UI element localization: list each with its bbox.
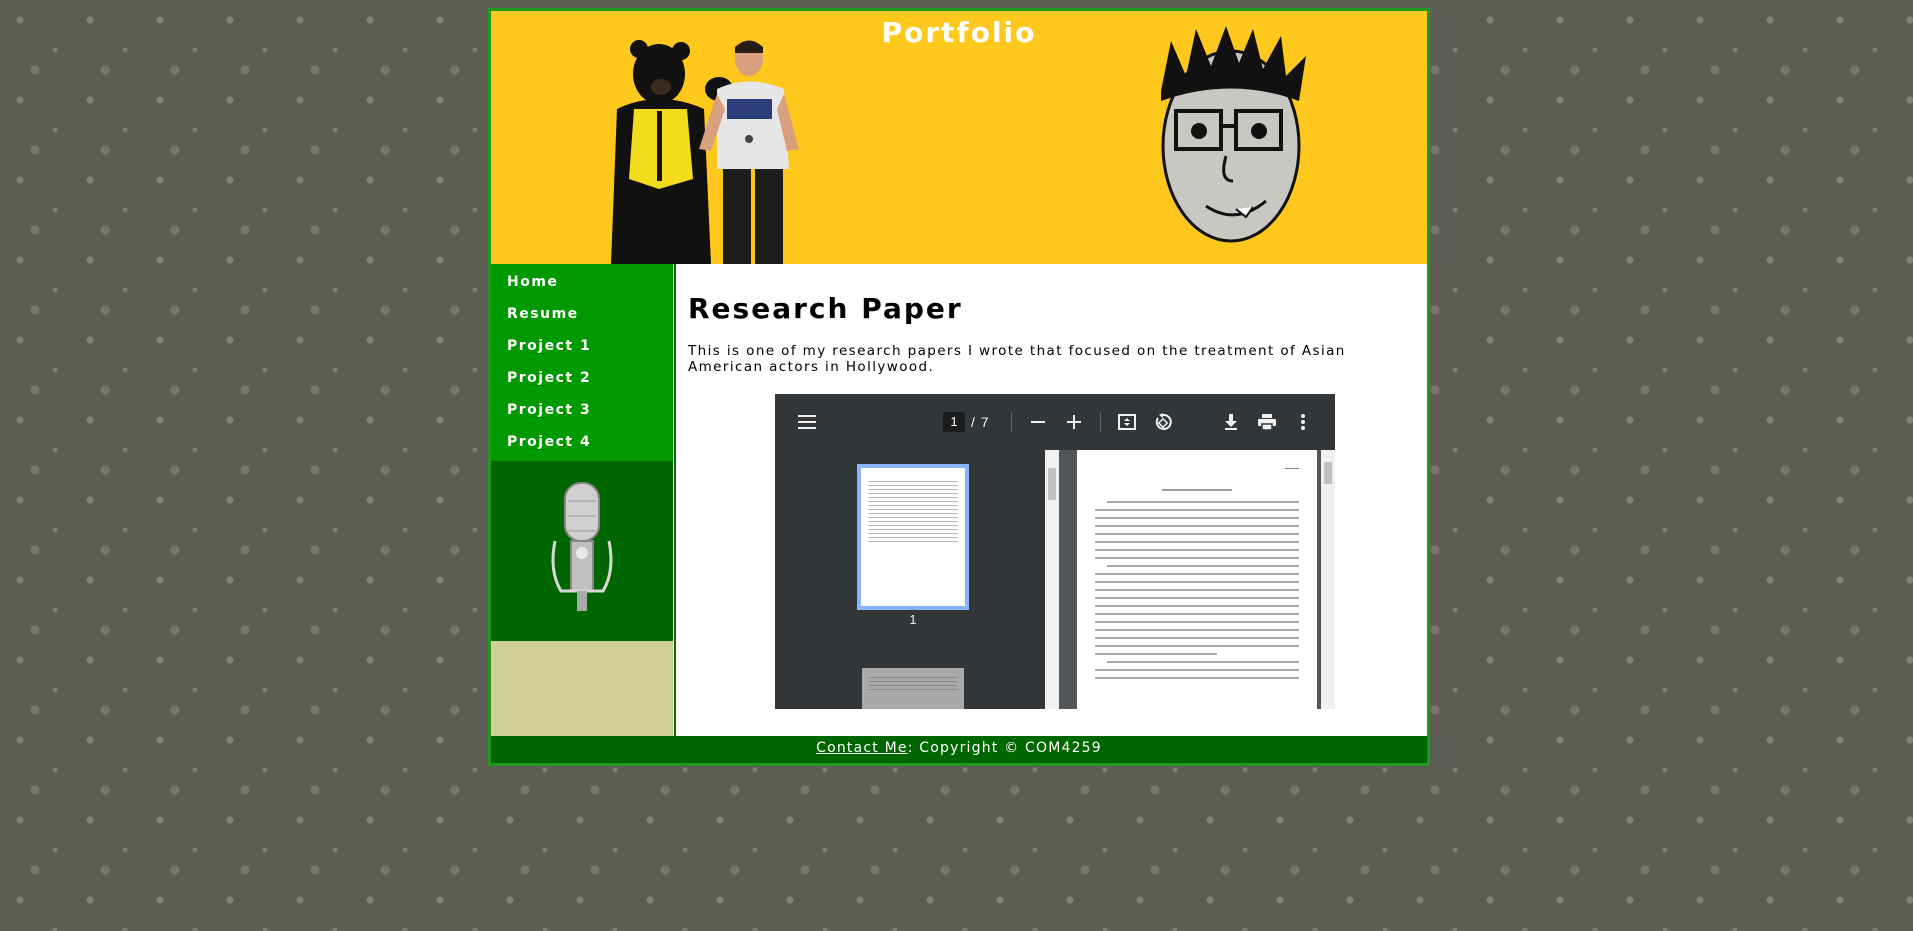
page-number-input[interactable]: 1 bbox=[943, 412, 965, 432]
page-thumbnail[interactable] bbox=[862, 668, 964, 709]
more-options-icon[interactable] bbox=[1285, 404, 1321, 440]
intro-text: This is one of my research papers I wrot… bbox=[688, 343, 1346, 375]
zoom-out-icon[interactable] bbox=[1020, 404, 1056, 440]
microphone-icon bbox=[551, 482, 613, 611]
contact-me-link[interactable]: Contact Me bbox=[816, 740, 908, 756]
toolbar-divider bbox=[1010, 412, 1012, 432]
thumbnail-label: 1 bbox=[909, 612, 917, 627]
header-banner: Portfolio bbox=[491, 11, 1427, 264]
rotate-icon[interactable] bbox=[1145, 404, 1181, 440]
page-title: Research Paper bbox=[688, 292, 963, 325]
nav-item-home[interactable]: Home bbox=[491, 266, 673, 298]
toolbar-divider bbox=[1099, 412, 1101, 432]
fit-page-icon[interactable] bbox=[1109, 404, 1145, 440]
sidebar-filler bbox=[491, 641, 673, 736]
document-view[interactable] bbox=[1075, 450, 1335, 709]
pdf-viewer[interactable]: 1 / 7 1 bbox=[775, 394, 1335, 709]
menu-icon[interactable] bbox=[789, 404, 825, 440]
copyright-text: : Copyright © COM4259 bbox=[907, 740, 1102, 756]
nav-item-project-4[interactable]: Project 4 bbox=[491, 426, 673, 458]
print-icon[interactable] bbox=[1249, 404, 1285, 440]
document-scrollbar[interactable] bbox=[1321, 450, 1335, 709]
page-frame: Portfolio Home Resume Project 1 Project … bbox=[488, 8, 1430, 766]
thumbnail-pane[interactable]: 1 bbox=[775, 450, 1059, 709]
footer: Contact Me: Copyright © COM4259 bbox=[491, 736, 1427, 763]
bear-mascot-photo bbox=[611, 40, 799, 264]
cartoon-self-portrait bbox=[1161, 26, 1306, 243]
total-pages: 7 bbox=[980, 414, 989, 430]
download-icon[interactable] bbox=[1213, 404, 1249, 440]
page-separator: / bbox=[971, 414, 975, 430]
main-nav: Home Resume Project 1 Project 2 Project … bbox=[491, 264, 673, 461]
pdf-toolbar: 1 / 7 bbox=[775, 394, 1335, 450]
page-thumbnail[interactable] bbox=[857, 464, 969, 610]
document-page bbox=[1077, 450, 1317, 709]
nav-item-project-3[interactable]: Project 3 bbox=[491, 394, 673, 426]
microphone-image-box bbox=[491, 461, 673, 641]
nav-item-project-2[interactable]: Project 2 bbox=[491, 362, 673, 394]
thumbnail-scrollbar[interactable] bbox=[1045, 450, 1059, 709]
sidebar: Home Resume Project 1 Project 2 Project … bbox=[491, 264, 673, 736]
main-content: Research Paper This is one of my researc… bbox=[674, 264, 1427, 736]
zoom-in-icon[interactable] bbox=[1056, 404, 1092, 440]
nav-item-resume[interactable]: Resume bbox=[491, 298, 673, 330]
nav-item-project-1[interactable]: Project 1 bbox=[491, 330, 673, 362]
